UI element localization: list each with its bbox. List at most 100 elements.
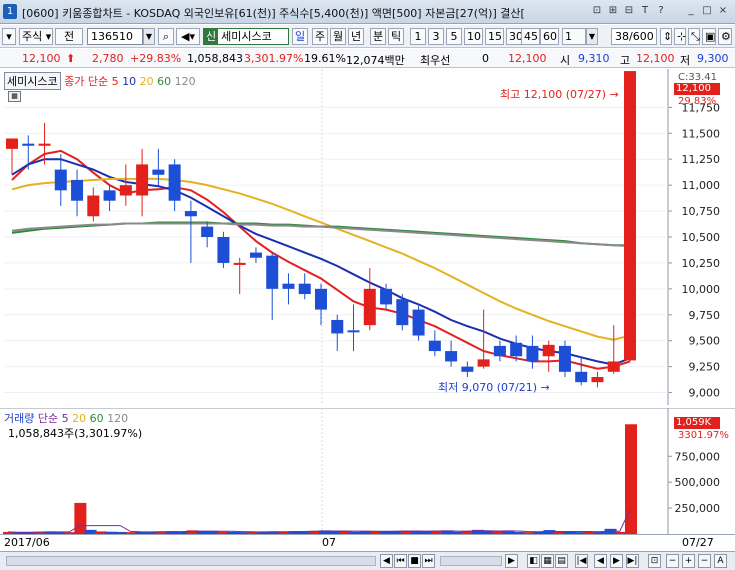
period-minute[interactable]: 분 (370, 28, 386, 45)
stock-code-input[interactable]: 136510 (87, 28, 143, 45)
window-btn-3[interactable]: ⊟ (622, 4, 636, 18)
interval-dropdown-icon[interactable]: ▼ (586, 28, 598, 45)
interval-select[interactable]: 1 (562, 28, 586, 45)
candle (558, 340, 571, 377)
scroll-left-button[interactable]: ◀ (380, 554, 393, 568)
high-label: 고 (620, 54, 631, 67)
candle-body (380, 288, 393, 305)
scroll-page-icon[interactable]: ⇕ (660, 28, 672, 45)
open-label: 시 (560, 54, 571, 67)
price-chart[interactable]: 9,000 9,250 9,500 9,750 10,000 10,250 10,500 10… (0, 69, 735, 405)
high-price: 12,100 (636, 52, 675, 65)
zoom-out-icon[interactable]: − (666, 554, 679, 568)
low-price: 9,300 (697, 52, 729, 65)
volume-bar (74, 502, 87, 534)
scroll-next-icon[interactable]: ▶ (610, 554, 623, 568)
crosshair-icon[interactable]: ⊹ (674, 28, 686, 45)
settings-icon[interactable]: ⚙ (718, 28, 732, 45)
minus-icon[interactable]: − (698, 554, 711, 568)
price-tick-label: 10,500 (682, 231, 721, 244)
candle-body (493, 345, 506, 357)
candle-body (298, 283, 311, 295)
nav-bars-icon[interactable]: ▤ (555, 554, 568, 568)
title-bar: 1 [0600] 키움종합차트 - KOSDAQ 외국인보유[61(천)] 주식… (0, 0, 735, 24)
speaker-icon[interactable]: ◀▾ (176, 28, 200, 45)
maximize-button[interactable]: □ (700, 4, 714, 18)
vma60-label: 60 (89, 412, 104, 425)
candle (396, 294, 409, 331)
font-size-icon[interactable]: A (714, 554, 727, 568)
price-change: 2,780 (92, 52, 124, 65)
zoom-icon[interactable]: ⤡ (688, 28, 700, 45)
price-chart-panel[interactable]: 9,000 9,250 9,500 9,750 10,000 10,250 10,500 10… (0, 69, 735, 405)
window-title: [0600] 키움종합차트 - KOSDAQ 외국인보유[61(천)] 주식수[… (22, 7, 525, 20)
stock-name-field[interactable]: 신 세미시스코 (203, 28, 289, 45)
fit-icon[interactable]: ⊡ (648, 554, 661, 568)
scroll-first-button[interactable]: ⏮ (394, 554, 407, 568)
search-icon[interactable]: ⌕ (158, 28, 174, 45)
scroll-prev-icon[interactable]: ◀ (594, 554, 607, 568)
toolbar-menu-icon[interactable]: ▾ (2, 28, 16, 45)
current-volume-tag: 1,059K (674, 417, 720, 429)
candle-body (445, 351, 458, 362)
candle-body (71, 179, 84, 201)
volume-chart-panel[interactable]: 250,000 500,000 750,000 거래량 단순 5 20 60 120… (0, 408, 735, 534)
zoom-in-icon[interactable]: + (682, 554, 695, 568)
price-tick-label: 10,000 (682, 283, 721, 296)
interval-15[interactable]: 15 (485, 28, 504, 45)
price-tick-label: 9,000 (689, 387, 721, 400)
period-day[interactable]: 일 (292, 28, 308, 45)
candle-body (168, 164, 181, 201)
speed-track[interactable] (440, 556, 502, 566)
scroll-end-icon[interactable]: ▶| (626, 554, 639, 568)
ma5-label: 5 (111, 75, 119, 88)
price-tick-label: 9,250 (689, 361, 721, 374)
stop-button[interactable]: ■ (408, 554, 421, 568)
navigation-bar: ◀ ⏮ ■ ⏭ ▶ ◧ ▦ ▤ |◀ ◀ ▶ ▶| ⊡ − + − A (0, 551, 735, 570)
candle-body (6, 138, 18, 149)
save-icon[interactable]: ▣ (702, 28, 716, 45)
nav-arrow-icon[interactable]: ◧ (527, 554, 540, 568)
period-month[interactable]: 월 (330, 28, 346, 45)
code-dropdown-icon[interactable]: ▼ (143, 28, 155, 45)
candle-body (347, 330, 360, 333)
table-icon[interactable]: ▦ (8, 91, 21, 102)
candle-body (396, 299, 409, 326)
chart-scroll-track[interactable] (6, 556, 376, 566)
ma120-label: 120 (174, 75, 196, 88)
interval-10[interactable]: 10 (464, 28, 483, 45)
help-button[interactable]: ? (654, 4, 668, 18)
nav-grid-icon[interactable]: ▦ (541, 554, 554, 568)
candle-body (38, 143, 51, 146)
scroll-start-icon[interactable]: |◀ (575, 554, 588, 568)
interval-5[interactable]: 5 (446, 28, 462, 45)
price-legend-name[interactable]: 세미시스코 (4, 72, 61, 90)
price-tick-label: 11,500 (682, 127, 721, 140)
volume-legend-name: 거래량 (4, 412, 35, 425)
new-listing-badge: 신 (204, 29, 219, 44)
price-tick-label: 11,000 (682, 179, 721, 192)
window-btn-2[interactable]: ⊞ (606, 4, 620, 18)
interval-45[interactable]: 45 (521, 28, 540, 45)
candle-body (249, 252, 262, 258)
interval-60[interactable]: 60 (540, 28, 559, 45)
candle-body (103, 190, 116, 201)
period-tick[interactable]: 틱 (388, 28, 404, 45)
market-select[interactable]: 주식 ▾ (19, 28, 53, 45)
page-info: 38/600 (611, 28, 657, 45)
interval-1[interactable]: 1 (410, 28, 426, 45)
vma20-label: 20 (72, 412, 87, 425)
minimize-button[interactable]: _ (684, 4, 698, 18)
candle-body (87, 195, 100, 217)
text-tool-button[interactable]: T (638, 4, 652, 18)
period-week[interactable]: 주 (312, 28, 328, 45)
close-button[interactable]: × (716, 4, 730, 18)
window-btn-1[interactable]: ⊡ (590, 4, 604, 18)
scroll-last-button[interactable]: ⏭ (422, 554, 435, 568)
date-label-start: 2017/06 (4, 536, 50, 549)
open-price: 9,310 (578, 52, 610, 65)
scroll-right-button[interactable]: ▶ (505, 554, 518, 568)
interval-3[interactable]: 3 (428, 28, 444, 45)
prev-button[interactable]: 전 (55, 28, 83, 45)
period-year[interactable]: 년 (348, 28, 364, 45)
